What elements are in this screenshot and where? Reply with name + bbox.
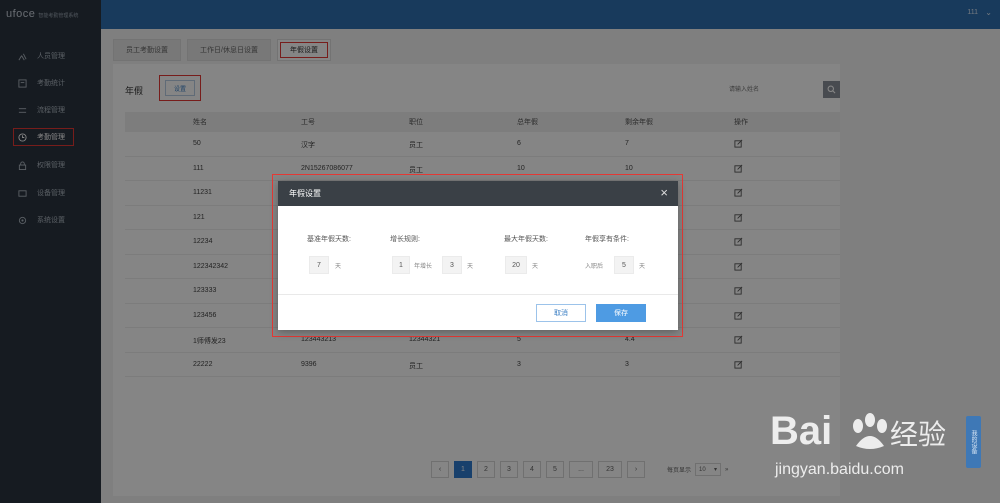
dialog-footer: 取消 保存: [278, 294, 678, 330]
unit-label: 天: [639, 264, 646, 270]
unit-label: 天: [335, 264, 342, 270]
growth-rule-label: 增长规则:: [390, 236, 420, 243]
condition-prefix: 入职后: [585, 264, 604, 270]
unit-label: 天: [467, 264, 474, 270]
unit-label: 天: [532, 264, 539, 270]
save-button[interactable]: 保存: [596, 304, 646, 322]
base-days-input[interactable]: 7: [309, 256, 329, 274]
dialog-title: 年假设置: [289, 189, 321, 198]
condition-years-input[interactable]: 5: [614, 256, 634, 274]
watermark-site: jingyan.baidu.com: [775, 461, 904, 478]
base-days-label: 基准年假天数:: [307, 236, 351, 243]
cancel-button[interactable]: 取消: [536, 304, 586, 322]
annual-leave-dialog: 年假设置 × 基准年假天数: 7 天 增长规则: 1 年增长 3 天 最大年假天…: [278, 181, 678, 330]
baidu-jingyan-watermark: Bai 经验: [770, 396, 970, 496]
watermark-brand2: 经验: [890, 418, 946, 451]
side-floating-tab[interactable]: 我的设备: [966, 416, 981, 468]
close-icon[interactable]: ×: [660, 185, 668, 201]
growth-mid-label: 年增长: [414, 264, 433, 270]
condition-label: 年假享有条件:: [585, 236, 629, 243]
growth-days-input[interactable]: 3: [442, 256, 462, 274]
max-days-label: 最大年假天数:: [504, 236, 548, 243]
growth-years-input[interactable]: 1: [392, 256, 410, 274]
baidu-paw-icon: Bai 经验: [770, 409, 946, 453]
max-days-input[interactable]: 20: [505, 256, 527, 274]
dialog-header: 年假设置 ×: [278, 181, 678, 206]
watermark-brand: Bai: [770, 409, 832, 453]
